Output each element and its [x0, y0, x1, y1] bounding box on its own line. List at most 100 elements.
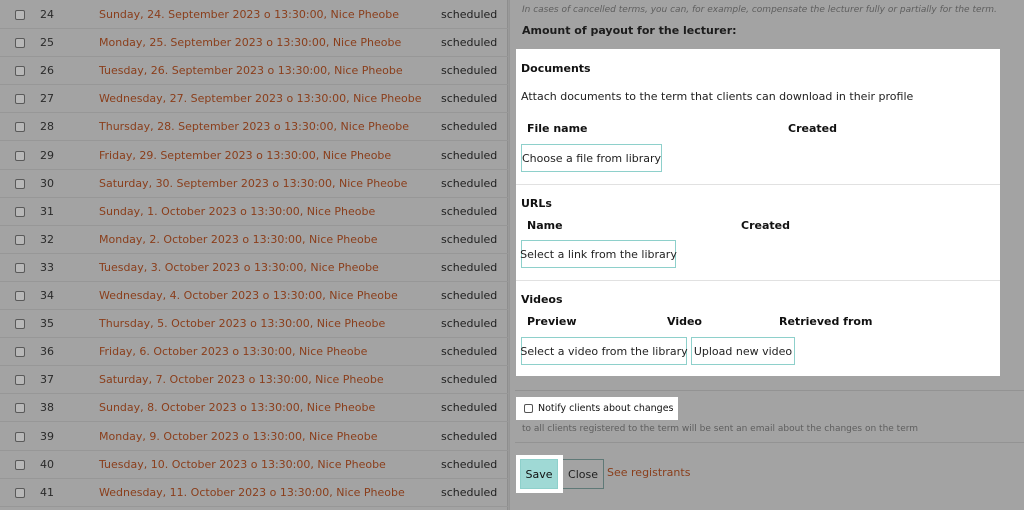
- checkbox-square[interactable]: [524, 404, 533, 413]
- term-status: scheduled: [441, 92, 498, 106]
- term-link[interactable]: Monday, 2. October 2023 o 13:30:00, Nice…: [99, 233, 378, 246]
- term-status: scheduled: [441, 232, 498, 246]
- term-link[interactable]: Monday, 25. September 2023 o 13:30:00, N…: [99, 36, 401, 49]
- term-link[interactable]: Thursday, 28. September 2023 o 13:30:00,…: [99, 120, 409, 133]
- row-number: 25: [40, 36, 54, 50]
- documents-col-file-name: File name: [527, 122, 588, 135]
- card-divider: [516, 280, 1000, 281]
- urls-col-created: Created: [741, 219, 790, 232]
- row-number: 31: [40, 204, 54, 218]
- term-status: scheduled: [441, 120, 498, 134]
- row-checkbox[interactable]: [15, 291, 25, 301]
- payout-note: In cases of cancelled terms, you can, fo…: [522, 5, 997, 15]
- attachments-card: Documents Attach documents to the term t…: [516, 49, 1000, 376]
- row-checkbox[interactable]: [15, 487, 25, 498]
- term-link[interactable]: Saturday, 30. September 2023 o 13:30:00,…: [99, 177, 407, 190]
- documents-title: Documents: [521, 62, 591, 75]
- term-link[interactable]: Friday, 29. September 2023 o 13:30:00, N…: [99, 149, 391, 162]
- table-row: 40 Tuesday, 10. October 2023 o 13:30:00, …: [0, 451, 508, 479]
- table-row: 35 Thursday, 5. October 2023 o 13:30:00, …: [0, 310, 508, 339]
- term-status: scheduled: [441, 317, 498, 331]
- documents-description: Attach documents to the term that client…: [521, 90, 914, 103]
- term-link[interactable]: Sunday, 24. September 2023 o 13:30:00, N…: [99, 8, 399, 21]
- term-table: 24 Sunday, 24. September 2023 o 13:30:00,…: [0, 0, 508, 510]
- divider: [515, 442, 1024, 443]
- row-checkbox[interactable]: [15, 150, 25, 161]
- select-video-button[interactable]: Select a video from the library: [520, 337, 688, 365]
- row-number: 37: [40, 373, 54, 387]
- term-link[interactable]: Friday, 6. October 2023 o 13:30:00, Nice…: [99, 345, 367, 358]
- term-status: scheduled: [441, 64, 498, 78]
- urls-col-name: Name: [527, 219, 563, 232]
- payout-heading: Amount of payout for the lecturer:: [522, 24, 737, 37]
- row-number: 38: [40, 401, 54, 415]
- term-link[interactable]: Sunday, 1. October 2023 o 13:30:00, Nice…: [99, 205, 375, 218]
- row-checkbox[interactable]: [15, 178, 25, 189]
- term-link[interactable]: Thursday, 5. October 2023 o 13:30:00, Ni…: [99, 317, 385, 330]
- term-link[interactable]: Wednesday, 11. October 2023 o 13:30:00, …: [99, 486, 405, 499]
- row-checkbox[interactable]: [15, 66, 25, 77]
- card-divider: [516, 184, 1000, 185]
- divider: [515, 390, 1024, 391]
- upload-video-button[interactable]: Upload new video: [691, 337, 795, 365]
- term-status: scheduled: [441, 457, 498, 471]
- notify-description: to all clients registered to the term wi…: [522, 424, 919, 434]
- row-checkbox[interactable]: [15, 375, 25, 386]
- table-row: 27 Wednesday, 27. September 2023 o 13:30:…: [0, 85, 508, 114]
- table-row: 28 Thursday, 28. September 2023 o 13:30:0…: [0, 113, 508, 142]
- table-row: 29 Friday, 29. September 2023 o 13:30:00,…: [0, 142, 508, 170]
- see-registrants-link[interactable]: See registrants: [607, 466, 690, 479]
- row-number: 29: [40, 148, 54, 162]
- row-checkbox[interactable]: [15, 206, 25, 217]
- row-number: 32: [40, 232, 54, 246]
- videos-col-video: Video: [667, 315, 702, 328]
- row-checkbox[interactable]: [15, 319, 25, 330]
- term-link[interactable]: Tuesday, 26. September 2023 o 13:30:00, …: [99, 64, 403, 77]
- table-row: 41 Wednesday, 11. October 2023 o 13:30:00…: [0, 479, 508, 507]
- term-status: scheduled: [441, 429, 498, 443]
- term-status: scheduled: [441, 345, 498, 359]
- row-number: 35: [40, 317, 54, 331]
- table-row: 26 Tuesday, 26. September 2023 o 13:30:00…: [0, 57, 508, 86]
- save-button[interactable]: Save: [520, 459, 558, 489]
- table-row: 31 Sunday, 1. October 2023 o 13:30:00, Ni…: [0, 198, 508, 226]
- documents-col-created: Created: [788, 122, 837, 135]
- select-link-button[interactable]: Select a link from the library: [520, 240, 677, 268]
- term-status: scheduled: [441, 401, 498, 415]
- row-checkbox[interactable]: [15, 122, 25, 133]
- term-link[interactable]: Tuesday, 3. October 2023 o 13:30:00, Nic…: [99, 261, 379, 274]
- row-number: 40: [40, 457, 54, 471]
- urls-title: URLs: [521, 197, 552, 210]
- choose-file-button[interactable]: Choose a file from library: [521, 144, 662, 172]
- videos-col-retrieved-from: Retrieved from: [779, 315, 873, 328]
- row-checkbox[interactable]: [15, 38, 25, 49]
- term-status: scheduled: [441, 176, 498, 190]
- term-link[interactable]: Monday, 9. October 2023 o 13:30:00, Nice…: [99, 430, 378, 443]
- table-row: 37 Saturday, 7. October 2023 o 13:30:00, …: [0, 366, 508, 395]
- row-checkbox[interactable]: [15, 262, 25, 273]
- row-number: 33: [40, 260, 54, 274]
- row-number: 27: [40, 92, 54, 106]
- close-button[interactable]: Close: [562, 459, 604, 489]
- term-link[interactable]: Tuesday, 10. October 2023 o 13:30:00, Ni…: [99, 458, 386, 471]
- row-checkbox[interactable]: [15, 403, 25, 414]
- table-row: 25 Monday, 25. September 2023 o 13:30:00,…: [0, 29, 508, 58]
- videos-col-preview: Preview: [527, 315, 577, 328]
- row-checkbox[interactable]: [15, 94, 25, 105]
- row-number: 30: [40, 176, 54, 190]
- row-checkbox[interactable]: [15, 234, 25, 245]
- table-row: 32 Monday, 2. October 2023 o 13:30:00, Ni…: [0, 226, 508, 254]
- notify-clients-checkbox[interactable]: Notify clients about changes: [516, 397, 678, 420]
- row-number: 36: [40, 345, 54, 359]
- term-link[interactable]: Saturday, 7. October 2023 o 13:30:00, Ni…: [99, 373, 384, 386]
- term-link[interactable]: Wednesday, 27. September 2023 o 13:30:00…: [99, 92, 422, 105]
- row-checkbox[interactable]: [15, 431, 25, 442]
- term-status: scheduled: [441, 373, 498, 387]
- term-status: scheduled: [441, 485, 498, 499]
- row-checkbox[interactable]: [15, 347, 25, 358]
- row-checkbox[interactable]: [15, 10, 25, 20]
- term-status: scheduled: [441, 8, 498, 21]
- term-link[interactable]: Sunday, 8. October 2023 o 13:30:00, Nice…: [99, 401, 375, 414]
- row-checkbox[interactable]: [15, 459, 25, 470]
- term-link[interactable]: Wednesday, 4. October 2023 o 13:30:00, N…: [99, 289, 398, 302]
